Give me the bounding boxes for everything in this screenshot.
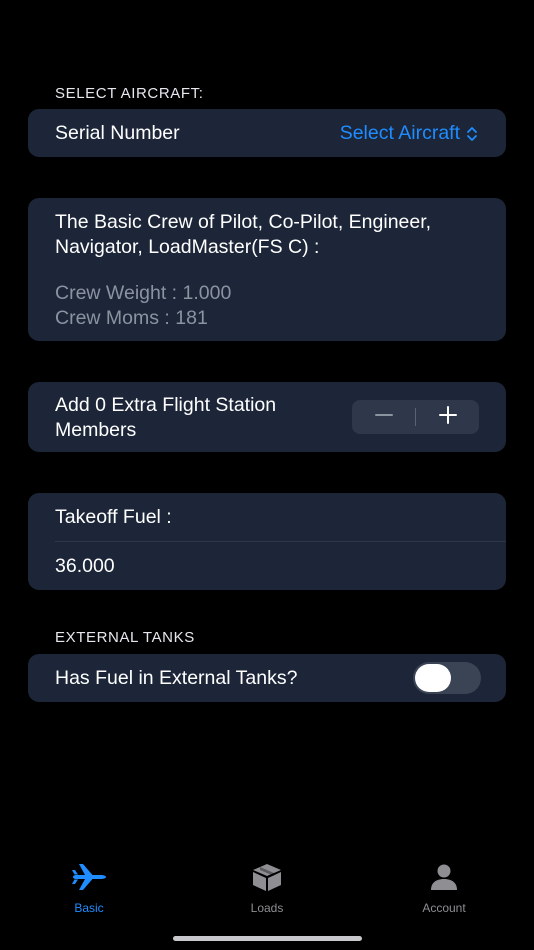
toggle-knob: [415, 664, 451, 692]
decrement-button[interactable]: [352, 400, 415, 434]
airplane-icon: [70, 862, 108, 897]
box-icon: [250, 862, 284, 897]
extra-crew-stepper[interactable]: [352, 400, 479, 434]
takeoff-fuel-label: Takeoff Fuel :: [55, 506, 172, 528]
select-aircraft-header: SELECT AIRCRAFT:: [55, 85, 204, 102]
increment-button[interactable]: [416, 400, 479, 434]
takeoff-fuel-input[interactable]: 36.000: [55, 555, 115, 578]
tab-basic[interactable]: Basic: [29, 862, 149, 915]
takeoff-fuel-card: Takeoff Fuel : 36.000: [28, 493, 506, 590]
chevron-up-down-icon: [466, 125, 478, 141]
crew-weight: Crew Weight : 1.000: [55, 282, 232, 304]
aircraft-selection-row: Serial Number Select Aircraft: [28, 109, 506, 157]
crew-moms: Crew Moms : 181: [55, 307, 208, 329]
external-tanks-toggle[interactable]: [413, 662, 481, 694]
home-indicator: [173, 936, 362, 941]
person-icon: [429, 862, 459, 897]
tab-account-label: Account: [422, 901, 466, 915]
basic-crew-card: The Basic Crew of Pilot, Co-Pilot, Engin…: [28, 198, 506, 341]
select-aircraft-picker[interactable]: Select Aircraft: [340, 109, 478, 157]
extra-crew-label: Add 0 Extra Flight Station Members: [55, 394, 277, 441]
minus-icon: [374, 405, 394, 430]
tab-basic-label: Basic: [74, 901, 104, 915]
basic-crew-description: The Basic Crew of Pilot, Co-Pilot, Engin…: [55, 211, 432, 258]
external-tanks-label: Has Fuel in External Tanks?: [55, 667, 298, 689]
extra-crew-row: Add 0 Extra Flight Station Members: [28, 382, 506, 452]
plus-icon: [438, 405, 458, 430]
select-aircraft-label: Select Aircraft: [339, 121, 460, 144]
external-tanks-header: EXTERNAL TANKS: [55, 629, 195, 646]
tab-account[interactable]: Account: [384, 862, 504, 915]
tab-loads[interactable]: Loads: [207, 862, 327, 915]
fuel-divider: [55, 541, 506, 542]
serial-number-label: Serial Number: [55, 122, 180, 144]
external-tanks-row: Has Fuel in External Tanks?: [28, 654, 506, 702]
tab-bar: Basic Loads Account: [0, 850, 534, 950]
tab-loads-label: Loads: [250, 901, 284, 915]
